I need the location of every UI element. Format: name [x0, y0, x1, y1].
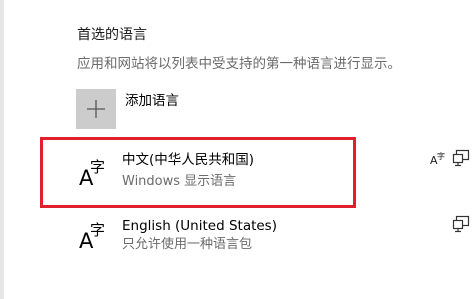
language-name: 中文(中华人民共和国) [122, 152, 255, 168]
display-language-icon [452, 215, 470, 233]
language-subtitle: 只允许使用一种语言包 [122, 237, 253, 252]
add-language-label[interactable]: 添加语言 [125, 92, 179, 110]
svg-text:字: 字 [437, 151, 445, 161]
language-subtitle: Windows 显示语言 [122, 174, 237, 189]
language-char-icon: A 字 [79, 221, 105, 252]
svg-text:字: 字 [90, 221, 105, 239]
display-language-icon [452, 149, 470, 167]
preferred-languages-heading: 首选的语言 [77, 27, 147, 43]
preferred-languages-description: 应用和网站将以列表中受支持的第一种语言进行显示。 [77, 56, 401, 72]
speech-recognition-icon: A 字 [429, 150, 447, 168]
language-name: English (United States) [122, 218, 277, 234]
svg-text:字: 字 [90, 158, 105, 176]
add-language-button[interactable] [76, 89, 116, 129]
language-settings-page: 首选的语言 应用和网站将以列表中受支持的第一种语言进行显示。 添加语言 A 字 … [0, 0, 473, 299]
left-pane-edge [0, 0, 4, 299]
plus-icon [87, 100, 105, 118]
language-item-en-us[interactable]: A 字 English (United States) 只允许使用一种语言包 [42, 212, 473, 264]
language-item-zh-cn[interactable]: A 字 中文(中华人民共和国) Windows 显示语言 A 字 [42, 138, 473, 210]
language-char-icon: A 字 [79, 158, 105, 189]
